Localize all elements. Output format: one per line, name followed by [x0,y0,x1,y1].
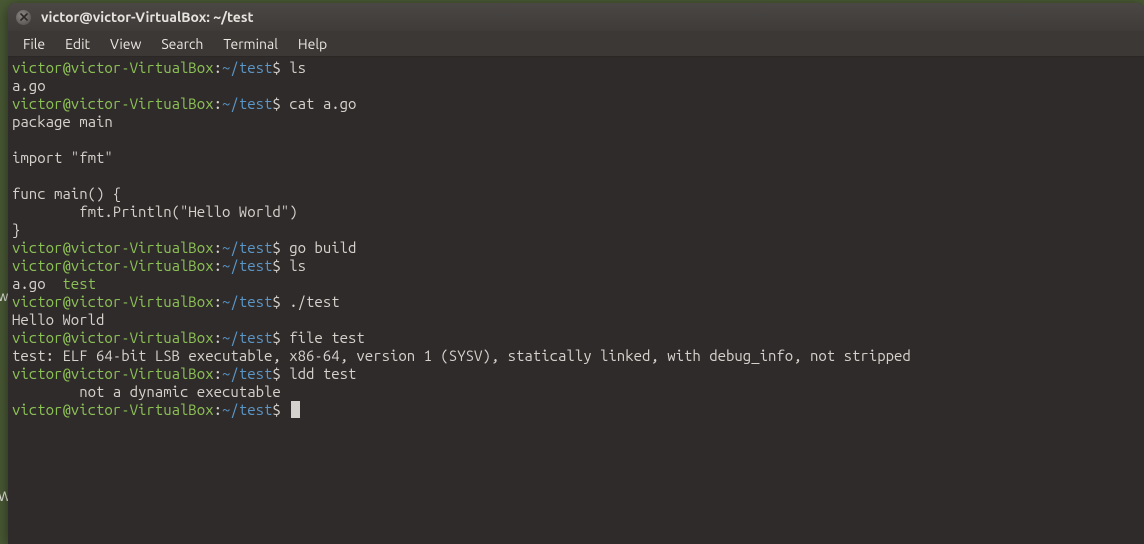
prompt-dollar: $ [272,365,289,382]
desktop-left-strip: w W [0,0,8,544]
terminal-line: victor@victor-VirtualBox:~/test$ ./test [12,293,1140,311]
prompt-user-host: victor@victor-VirtualBox [12,329,214,346]
prompt-user-host: victor@victor-VirtualBox [12,401,214,418]
prompt-user-host: victor@victor-VirtualBox [12,293,214,310]
prompt-path: ~/test [222,365,272,382]
menu-edit[interactable]: Edit [56,33,99,55]
prompt-user-host: victor@victor-VirtualBox [12,95,214,112]
output-text: a.go [12,77,46,94]
output-line: package main [12,113,1140,131]
output-line [12,131,1140,149]
terminal-line: victor@victor-VirtualBox:~/test$ go buil… [12,239,1140,257]
terminal-line: victor@victor-VirtualBox:~/test$ ls [12,257,1140,275]
titlebar[interactable]: victor@victor-VirtualBox: ~/test [8,3,1144,31]
menu-help[interactable]: Help [289,33,336,55]
output-text: not a dynamic executable [12,383,281,400]
cursor [291,401,300,418]
prompt-path: ~/test [222,239,272,256]
prompt-path: ~/test [222,95,272,112]
prompt-path: ~/test [222,293,272,310]
output-line: a.go test [12,275,1140,293]
output-line: Hello World [12,311,1140,329]
prompt-separator: : [214,329,222,346]
prompt-path: ~/test [222,401,272,418]
output-text: fmt.Println("Hello World") [12,203,298,220]
menu-search[interactable]: Search [152,33,212,55]
command-text: ./test [289,293,339,310]
strip-char-top: w [0,288,8,304]
prompt-separator: : [214,257,222,274]
terminal-line: victor@victor-VirtualBox:~/test$ [12,401,1140,419]
prompt-separator: : [214,59,222,76]
output-text: } [12,221,20,238]
menu-file[interactable]: File [14,33,54,55]
command-text: file test [289,329,365,346]
command-text: ls [289,257,306,274]
terminal-line: victor@victor-VirtualBox:~/test$ ls [12,59,1140,77]
prompt-separator: : [214,293,222,310]
output-line: func main() { [12,185,1140,203]
prompt-dollar: $ [272,239,289,256]
output-line [12,167,1140,185]
output-line: fmt.Println("Hello World") [12,203,1140,221]
prompt-dollar: $ [272,59,289,76]
prompt-user-host: victor@victor-VirtualBox [12,59,214,76]
menu-terminal[interactable]: Terminal [214,33,287,55]
output-text: package main [12,113,113,130]
output-line: a.go [12,77,1140,95]
prompt-dollar: $ [272,95,289,112]
output-text: func main() { [12,185,121,202]
output-text: import "fmt" [12,149,113,166]
menubar: File Edit View Search Terminal Help [8,31,1144,57]
output-line: } [12,221,1140,239]
prompt-user-host: victor@victor-VirtualBox [12,257,214,274]
prompt-separator: : [214,365,222,382]
output-text: Hello World [12,311,104,328]
prompt-path: ~/test [222,329,272,346]
prompt-user-host: victor@victor-VirtualBox [12,365,214,382]
terminal-line: victor@victor-VirtualBox:~/test$ ldd tes… [12,365,1140,383]
command-text: ldd test [289,365,356,382]
terminal-line: victor@victor-VirtualBox:~/test$ file te… [12,329,1140,347]
menu-view[interactable]: View [101,33,150,55]
output-text: test: ELF 64-bit LSB executable, x86-64,… [12,347,911,364]
output-line: import "fmt" [12,149,1140,167]
prompt-separator: : [214,95,222,112]
close-icon[interactable] [16,10,31,25]
window-title: victor@victor-VirtualBox: ~/test [41,9,254,25]
prompt-dollar: $ [272,401,289,418]
command-text: ls [289,59,306,76]
prompt-user-host: victor@victor-VirtualBox [12,239,214,256]
output-line: not a dynamic executable [12,383,1140,401]
ls-executable: test [62,275,96,292]
prompt-path: ~/test [222,59,272,76]
output-line: test: ELF 64-bit LSB executable, x86-64,… [12,347,1140,365]
ls-file: a.go [12,275,62,292]
prompt-separator: : [214,401,222,418]
command-text: cat a.go [289,95,356,112]
command-text: go build [289,239,356,256]
prompt-dollar: $ [272,257,289,274]
terminal-body[interactable]: victor@victor-VirtualBox:~/test$ lsa.gov… [8,57,1144,544]
prompt-path: ~/test [222,257,272,274]
terminal-line: victor@victor-VirtualBox:~/test$ cat a.g… [12,95,1140,113]
prompt-dollar: $ [272,329,289,346]
prompt-dollar: $ [272,293,289,310]
prompt-separator: : [214,239,222,256]
terminal-window: victor@victor-VirtualBox: ~/test File Ed… [8,3,1144,544]
